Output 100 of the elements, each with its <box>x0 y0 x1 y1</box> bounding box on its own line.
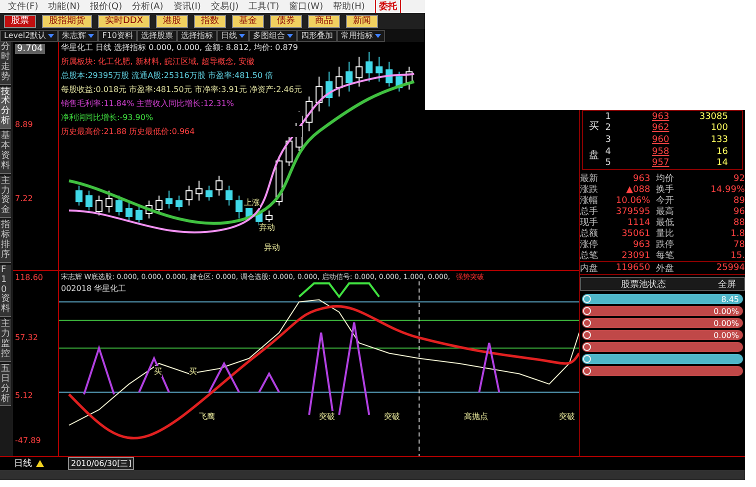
market-tab[interactable]: 商品 <box>308 14 340 28</box>
market-tab[interactable]: 港股 <box>156 14 188 28</box>
pool-item-bar[interactable]: 0.00% <box>582 306 743 316</box>
candlestick <box>336 66 343 98</box>
axis-label: 7.22 <box>15 194 33 203</box>
toolbar-button[interactable]: 选择指标 <box>177 30 217 42</box>
chart-marker-label: 上涨 <box>244 197 260 208</box>
axis-label: 118.60 <box>15 273 43 282</box>
side-tab[interactable]: 基本资料 <box>0 131 11 174</box>
toolbar-button[interactable]: 选择股票 <box>137 30 177 42</box>
candlestick <box>376 56 383 82</box>
market-tab[interactable]: 实时DDX <box>98 14 150 28</box>
circle-icon <box>583 343 592 351</box>
pool-item-bar[interactable] <box>582 354 743 364</box>
market-tab[interactable]: 股票 <box>4 14 36 28</box>
quote-value: 15. <box>730 250 745 260</box>
toolbar-button[interactable]: 日线 <box>217 30 249 42</box>
menu-item[interactable]: 帮助(H) <box>333 0 365 13</box>
circle-icon <box>583 307 592 315</box>
quote-value: 88 <box>732 218 745 228</box>
level-number: 3 <box>605 134 612 145</box>
quote-value: 14.99% <box>710 184 745 194</box>
stock-info-text: 净利润同比增长:-93.90% <box>61 112 302 123</box>
candlestick <box>186 185 193 206</box>
market-tab[interactable]: 股指期货 <box>42 14 92 28</box>
toolbar-button[interactable]: 四形叠加 <box>297 30 337 42</box>
side-tab[interactable]: 技术分析 <box>0 86 11 130</box>
pool-item-bar[interactable]: 0.00% <box>582 330 743 340</box>
quote-label: 总手 <box>580 206 600 218</box>
quote-label: 涨跌 <box>580 184 600 196</box>
menu-item[interactable]: 交易(J) <box>210 0 239 13</box>
menu-item[interactable]: 文件(F) <box>8 0 38 13</box>
side-tab[interactable]: 分时走势 <box>0 42 11 85</box>
candlestick <box>386 61 393 88</box>
menu-item[interactable]: 资讯(I) <box>173 0 201 13</box>
side-tab[interactable]: 主力资金 <box>0 176 11 218</box>
menu-item[interactable]: 报价(Q) <box>90 0 122 13</box>
period-label: 日线 <box>14 458 32 470</box>
toolbar-button[interactable]: F10资料 <box>98 30 137 42</box>
dropdown-arrow-icon <box>48 34 54 38</box>
menu-item[interactable]: 功能(N) <box>48 0 80 13</box>
candlestick <box>156 195 163 213</box>
date-label: 2010/06/30[三] <box>68 457 134 470</box>
toolbar-button[interactable]: 常用指标 <box>337 30 385 42</box>
market-tab[interactable]: 债券 <box>270 14 302 28</box>
fullscreen-button[interactable]: 全屏 <box>718 278 736 290</box>
quote-value: 89 <box>732 196 745 206</box>
quote-label: 涨停 <box>580 238 600 250</box>
pool-item-bar[interactable] <box>582 342 743 352</box>
quote-value: 1114 <box>626 218 652 228</box>
quote-value: 1.8 <box>730 228 745 238</box>
toolbar-button[interactable]: 朱志辉 <box>58 30 98 42</box>
axis-label: 8.89 <box>15 120 33 129</box>
menu-item[interactable]: 工具(T) <box>248 0 280 13</box>
bid-volume: 16 <box>716 146 729 157</box>
candlestick <box>96 195 103 216</box>
candlestick <box>316 76 323 112</box>
candlestick <box>406 66 413 90</box>
candlestick <box>356 56 363 88</box>
quote-label: 现手 <box>580 216 600 228</box>
bid-volume: 100 <box>710 123 729 134</box>
bid-price: 957 <box>651 158 670 168</box>
candlestick <box>286 136 293 166</box>
side-tab[interactable]: F10资料 <box>0 264 11 318</box>
candlestick <box>106 190 113 213</box>
market-tab[interactable]: 基金 <box>232 14 264 28</box>
pool-item-bar[interactable]: 0.00% <box>582 318 743 328</box>
chart-marker-label: 突破 <box>559 411 575 422</box>
bid-volume: 133 <box>710 134 729 145</box>
side-tab[interactable]: 主力监控 <box>0 319 11 362</box>
side-tab[interactable]: 五日分析 <box>0 364 11 406</box>
candlestick <box>136 205 143 223</box>
menu-item[interactable]: 分析(A) <box>132 0 164 13</box>
candlestick <box>216 175 223 196</box>
pool-item-bar[interactable] <box>582 366 743 376</box>
level-number: 1 <box>605 112 612 122</box>
quote-label: 涨幅 <box>580 194 600 206</box>
side-tab[interactable]: 指标排序 <box>0 220 11 263</box>
toolbar-button[interactable]: Level2默认 <box>0 30 58 42</box>
bid-volume: 14 <box>716 158 729 168</box>
candlestick <box>176 195 183 212</box>
menu-item[interactable]: 窗口(W) <box>289 0 324 13</box>
toolbar-button[interactable]: 多图组合 <box>249 30 297 42</box>
quote-label: 每笔 <box>656 250 676 262</box>
dropdown-arrow-icon <box>88 34 94 38</box>
quote-value: 10.06% <box>614 196 652 206</box>
quote-label: 今开 <box>656 194 676 206</box>
circle-icon <box>583 355 592 363</box>
candlestick <box>326 71 333 107</box>
market-tab[interactable]: 新闻 <box>346 14 378 28</box>
candlestick <box>76 185 82 206</box>
stock-info-text: 历史最高价:21.88 历史最低价:0.964 <box>61 126 302 137</box>
quote-label: 最低 <box>656 216 676 228</box>
candlestick <box>126 200 133 221</box>
quote-value: 78 <box>732 240 745 250</box>
circle-icon <box>583 367 592 375</box>
candlestick <box>86 190 93 212</box>
bid-label: 买 <box>589 120 600 132</box>
market-tab[interactable]: 指数 <box>194 14 226 28</box>
candlestick <box>266 210 273 223</box>
